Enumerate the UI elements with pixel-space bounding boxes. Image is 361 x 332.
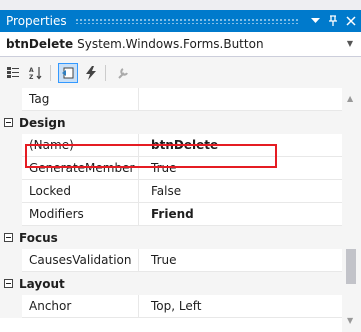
selected-object-type: System.Windows.Forms.Button [77, 37, 264, 51]
object-selector[interactable]: btnDelete System.Windows.Forms.Button ▼ [0, 32, 361, 57]
property-value[interactable]: Top, Left [139, 295, 342, 318]
collapse-icon[interactable] [4, 279, 13, 288]
property-row-causesvalidation[interactable]: CausesValidation True [0, 249, 342, 272]
top-strip [0, 0, 361, 10]
property-value[interactable]: True [139, 157, 342, 180]
scroll-thumb[interactable] [346, 249, 356, 284]
category-label: Layout [19, 276, 65, 291]
property-name: Locked [22, 180, 139, 203]
category-label: Focus [19, 230, 58, 245]
property-row-modifiers[interactable]: Modifiers Friend [0, 203, 342, 226]
panel-title: Properties [6, 14, 67, 28]
property-value[interactable] [139, 88, 342, 111]
toolbar-separator [50, 64, 51, 81]
alphabetical-icon[interactable]: A Z [26, 63, 46, 83]
chevron-down-icon[interactable]: ▼ [347, 39, 353, 48]
property-name: GenerateMember [22, 157, 139, 180]
properties-toolbar: A Z [0, 57, 361, 88]
property-row-generatemember[interactable]: GenerateMember True [0, 157, 342, 180]
property-value[interactable]: False [139, 180, 342, 203]
property-row-name[interactable]: (Name) btnDelete [0, 134, 342, 157]
selected-object-name: btnDelete [6, 37, 74, 51]
property-row-tag[interactable]: Tag [0, 88, 342, 111]
pin-icon[interactable] [325, 13, 341, 29]
svg-text:A: A [29, 67, 34, 74]
toolbar-separator-2 [105, 64, 106, 81]
property-value[interactable]: btnDelete [139, 134, 342, 157]
property-name: Tag [22, 88, 139, 111]
property-row-locked[interactable]: Locked False [0, 180, 342, 203]
properties-icon[interactable] [58, 62, 78, 83]
category-design[interactable]: Design [0, 111, 342, 134]
property-value[interactable]: Friend [139, 203, 342, 226]
property-name: (Name) [22, 134, 139, 157]
collapse-icon[interactable] [4, 118, 13, 127]
property-name: Anchor [22, 295, 139, 318]
drag-grip[interactable] [74, 18, 299, 24]
property-pages-icon[interactable] [113, 63, 133, 83]
category-layout[interactable]: Layout [0, 272, 342, 295]
property-name: CausesValidation [22, 249, 139, 272]
category-focus[interactable]: Focus [0, 226, 342, 249]
dropdown-arrow-icon[interactable] [307, 13, 323, 29]
property-grid: Tag Design (Name) btnDelete GenerateMemb… [0, 88, 342, 332]
svg-text:Z: Z [29, 74, 34, 80]
property-name: Modifiers [22, 203, 139, 226]
category-label: Design [19, 115, 66, 130]
scroll-down-icon[interactable]: ▼ [347, 316, 353, 325]
events-icon[interactable] [81, 63, 101, 83]
close-icon[interactable] [343, 13, 359, 29]
collapse-icon[interactable] [4, 233, 13, 242]
property-value[interactable]: True [139, 249, 342, 272]
properties-title-bar[interactable]: Properties [0, 10, 361, 32]
categorized-icon[interactable] [3, 63, 23, 83]
property-row-anchor[interactable]: Anchor Top, Left [0, 295, 342, 318]
vertical-scrollbar[interactable]: ▲ ▼ [342, 88, 361, 332]
scroll-up-icon[interactable]: ▲ [347, 94, 353, 103]
